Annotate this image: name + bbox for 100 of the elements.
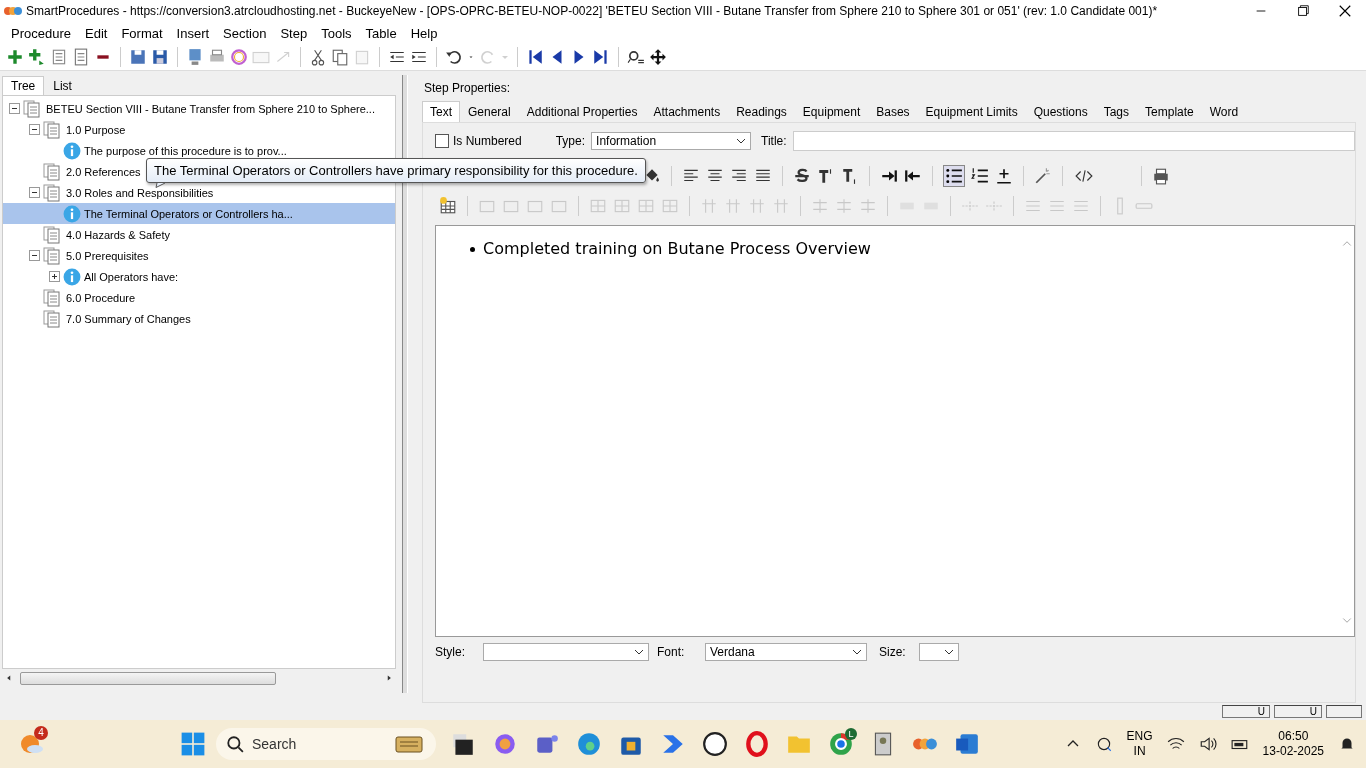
print-icon[interactable]: [1152, 167, 1170, 185]
add-child-icon[interactable]: [28, 48, 46, 66]
tree-item[interactable]: 5.0 Prerequisites: [3, 245, 395, 266]
tab[interactable]: Readings: [728, 101, 795, 122]
scrollbar-thumb[interactable]: [20, 671, 276, 685]
document-stack-icon: [43, 246, 63, 265]
type-dropdown[interactable]: Information: [591, 132, 752, 150]
document-stack-icon: [43, 162, 63, 181]
close-icon[interactable]: [1338, 4, 1352, 18]
paste-icon: [353, 48, 371, 66]
arrow-to-bar-icon[interactable]: [880, 167, 898, 185]
bullet-icon: [470, 246, 475, 252]
first-icon[interactable]: [526, 48, 544, 66]
tree-item[interactable]: 4.0 Hazards & Safety: [3, 224, 395, 245]
tab[interactable]: Template: [1137, 101, 1202, 122]
splitter[interactable]: [402, 75, 408, 693]
speaker-icon[interactable]: [1198, 735, 1217, 753]
tab[interactable]: Word: [1201, 101, 1247, 122]
menu-item[interactable]: Help: [403, 25, 445, 41]
move-icon[interactable]: [649, 48, 667, 66]
list-icon[interactable]: [50, 48, 68, 66]
tree-item[interactable]: All Operators have:: [3, 266, 395, 287]
collapse-toggle-icon[interactable]: [29, 124, 40, 135]
column-icon: [772, 197, 790, 215]
grid-icon: [589, 197, 607, 215]
expand-toggle-icon[interactable]: [49, 271, 60, 282]
region-indicator[interactable]: IN: [1133, 744, 1146, 759]
tab[interactable]: General: [460, 101, 519, 122]
cut-icon[interactable]: [309, 48, 327, 66]
column-icon: [748, 197, 766, 215]
tab[interactable]: Equipment: [794, 101, 869, 122]
add-icon[interactable]: [6, 48, 24, 66]
tab[interactable]: Attachments: [645, 101, 729, 122]
document-list-icon[interactable]: [72, 48, 90, 66]
numbered-list-icon[interactable]: [971, 167, 989, 185]
save-icon[interactable]: [151, 48, 169, 66]
document-stack-icon: [43, 309, 63, 328]
search-placeholder: Search: [252, 736, 298, 752]
last-icon[interactable]: [592, 48, 610, 66]
task-view-icon[interactable]: [450, 731, 476, 757]
ring-icon[interactable]: [230, 48, 248, 66]
column-icon: [724, 197, 742, 215]
search-field[interactable]: Search: [216, 728, 436, 760]
clock-date[interactable]: 13-02-2025: [1262, 744, 1324, 759]
font-dropdown[interactable]: Verdana: [705, 643, 867, 661]
tree-item[interactable]: BETEU Section VIII - Butane Transfer from Sphere 210 to Sphere...: [3, 98, 395, 119]
tab[interactable]: Bases: [868, 101, 918, 122]
document-stack-icon: [43, 288, 63, 307]
tab[interactable]: Equipment Limits: [917, 101, 1026, 122]
panel-tab[interactable]: Tree: [2, 76, 45, 95]
menu-item[interactable]: Tools: [314, 25, 359, 41]
panel-tab[interactable]: List: [44, 76, 81, 95]
tab[interactable]: Tags: [1095, 101, 1138, 122]
field-label: Font:: [657, 645, 686, 659]
menu-item[interactable]: Format: [114, 25, 170, 41]
tree-item[interactable]: 6.0 Procedure: [3, 287, 395, 308]
tab[interactable]: Text: [422, 101, 460, 122]
status-field: U: [1274, 705, 1322, 718]
section-heading: Step Properties:: [424, 81, 512, 95]
tree-item[interactable]: The purpose of this procedure is to prov...: [3, 140, 395, 161]
tree-item[interactable]: The Terminal Operators or Controllers ha...: [3, 203, 395, 224]
collapse-toggle-icon[interactable]: [29, 187, 40, 198]
save-all-icon[interactable]: [129, 48, 147, 66]
menu-item[interactable]: Section: [216, 25, 274, 41]
menu-item[interactable]: Procedure: [4, 25, 78, 41]
clock-time[interactable]: 06:50: [1278, 729, 1309, 744]
arrow-from-bar-icon[interactable]: [904, 167, 922, 185]
horizontal-rule-icon[interactable]: [995, 167, 1013, 185]
app-logo-icon: [4, 4, 22, 18]
status-field: U: [1222, 705, 1270, 718]
magic-wand-icon[interactable]: [1034, 167, 1052, 185]
insert-table-icon[interactable]: [439, 197, 457, 215]
row-icon: [811, 197, 829, 215]
find-icon[interactable]: [627, 48, 645, 66]
menu-item[interactable]: Table: [358, 25, 404, 41]
menu-item[interactable]: Insert: [169, 25, 217, 41]
collapse-toggle-icon[interactable]: [9, 103, 20, 114]
tab[interactable]: Additional Properties: [518, 101, 646, 122]
column-icon: [700, 197, 718, 215]
checkbox[interactable]: [435, 134, 449, 148]
field-label: Title:: [761, 134, 787, 148]
undo-icon[interactable]: [445, 48, 463, 66]
tree-item[interactable]: 7.0 Summary of Changes: [3, 308, 395, 329]
menu-item[interactable]: Edit: [78, 25, 115, 41]
menu-item[interactable]: Step: [273, 25, 315, 41]
copy-icon[interactable]: [331, 48, 349, 66]
checkbox-label: Is Numbered: [453, 134, 522, 148]
document-stack-icon: [43, 225, 63, 244]
title-field[interactable]: [792, 131, 1355, 151]
tab[interactable]: Questions: [1025, 101, 1096, 122]
tree-item[interactable]: 1.0 Purpose: [3, 119, 395, 140]
language-indicator[interactable]: ENG: [1126, 729, 1153, 744]
maximize-icon[interactable]: [1296, 4, 1310, 18]
tooltip: The Terminal Operators or Controllers have primary responsibility for this procedure.: [146, 158, 646, 183]
code-icon[interactable]: [1073, 167, 1095, 185]
collapse-toggle-icon[interactable]: [29, 250, 40, 261]
windows-start-icon[interactable]: [180, 731, 206, 757]
status-field-empty: [1326, 705, 1362, 718]
strikethrough-icon[interactable]: [793, 167, 811, 185]
tree-item[interactable]: 3.0 Roles and Responsibilities: [3, 182, 395, 203]
